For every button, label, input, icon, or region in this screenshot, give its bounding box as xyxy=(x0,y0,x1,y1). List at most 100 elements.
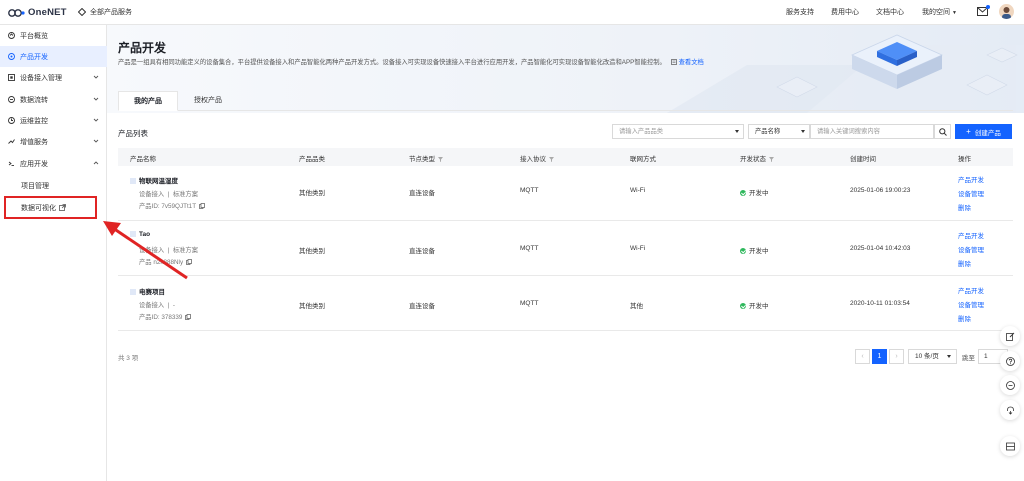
delete-link[interactable]: 删除 xyxy=(958,313,971,323)
search-icon xyxy=(938,127,947,136)
delete-link[interactable]: 删除 xyxy=(958,258,971,268)
product-icon xyxy=(130,289,136,296)
sidebar-item-product-dev[interactable]: 产品开发 xyxy=(0,46,107,67)
sidebar-item-value-added[interactable]: 增值服务 xyxy=(0,131,107,152)
product-name: 电赛项目 xyxy=(139,289,165,296)
annotation-highlight-box xyxy=(4,196,97,219)
nav-support[interactable]: 服务支持 xyxy=(786,7,814,17)
dev-status: 开发中 xyxy=(740,300,769,310)
product-dev-link[interactable]: 产品开发 xyxy=(958,230,984,240)
page-size-select[interactable]: 10 条/页 xyxy=(908,349,957,364)
feedback-button[interactable] xyxy=(1000,326,1020,346)
product-name-link[interactable]: Tao xyxy=(130,231,150,238)
my-space-label: 我的空间 xyxy=(922,9,950,16)
next-page-button[interactable]: › xyxy=(889,349,904,364)
category-select[interactable]: 请输入产品品类 xyxy=(612,124,744,139)
help-button[interactable] xyxy=(1000,351,1020,371)
table-header: 产品名称 产品品类 节点类型 接入协议 联网方式 开发状态 创建时间 操作 xyxy=(118,148,1013,166)
sidebar-item-ops-monitor[interactable]: 运维监控 xyxy=(0,110,107,131)
filter-icon xyxy=(438,156,443,162)
sidebar-item-overview[interactable]: 平台概览 xyxy=(0,25,107,46)
nav-billing[interactable]: 费用中心 xyxy=(831,7,859,17)
logo-icon xyxy=(8,8,25,17)
network-type: Wi-Fi xyxy=(630,245,646,252)
product-access: 设备接入 xyxy=(139,191,165,198)
check-circle-icon xyxy=(740,248,746,255)
protocol: MQTT xyxy=(520,245,539,252)
copy-icon[interactable] xyxy=(186,259,192,266)
nav-docs[interactable]: 文档中心 xyxy=(876,7,904,17)
product-name-link[interactable]: 物联网温湿度 xyxy=(130,175,178,185)
tab-bar: 我的产品 授权产品 xyxy=(118,91,1013,111)
device-mgmt-link[interactable]: 设备管理 xyxy=(958,299,984,309)
product-id-label: 产品ID: xyxy=(139,203,160,210)
question-icon xyxy=(1005,356,1015,366)
col-protocol[interactable]: 接入协议 xyxy=(520,153,554,163)
dev-status-label: 开发中 xyxy=(749,248,769,255)
product-category: 其他类别 xyxy=(299,303,325,310)
product-icon xyxy=(130,178,136,185)
plus-icon: + xyxy=(966,127,971,136)
product-dev-link[interactable]: 产品开发 xyxy=(958,285,984,295)
notes-button[interactable] xyxy=(1000,436,1020,456)
sidebar-item-label: 平台概览 xyxy=(20,32,48,40)
product-name-link[interactable]: 电赛项目 xyxy=(130,286,165,296)
sidebar-subitem-project-mgmt[interactable]: 项目管理 xyxy=(0,175,107,196)
chat-button[interactable] xyxy=(1000,375,1020,395)
col-actions: 操作 xyxy=(958,156,971,163)
sidebar-item-device-access[interactable]: 设备接入管理 xyxy=(0,67,107,88)
nav-my-space[interactable]: 我的空间 ▼ xyxy=(922,7,957,17)
avatar[interactable] xyxy=(999,4,1014,19)
node-type: 直连设备 xyxy=(409,190,435,197)
monitor-icon xyxy=(8,117,15,124)
col-node-type[interactable]: 节点类型 xyxy=(409,153,443,163)
onenet-logo[interactable]: OneNET xyxy=(8,6,67,19)
product-id: 7v59QJTt1T xyxy=(161,203,197,210)
create-product-button[interactable]: + 创建产品 xyxy=(955,124,1012,139)
page-description: 产品是一组具有相同功能定义的设备集合，平台提供设备接入和产品智能化两种产品开发方… xyxy=(118,57,704,66)
col-dev-status[interactable]: 开发状态 xyxy=(740,153,774,163)
page-description-text: 产品是一组具有相同功能定义的设备集合，平台提供设备接入和产品智能化两种产品开发方… xyxy=(118,59,666,66)
search-button[interactable] xyxy=(934,124,951,139)
copy-icon[interactable] xyxy=(199,203,205,210)
search-field-select[interactable]: 产品名称 xyxy=(748,124,810,139)
product-name: 物联网温湿度 xyxy=(139,178,178,185)
dev-status-label: 开发中 xyxy=(749,303,769,310)
chevron-down-icon xyxy=(93,97,99,101)
dev-status: 开发中 xyxy=(740,245,769,255)
caret-down-icon xyxy=(735,130,739,133)
chevron-down-icon xyxy=(93,118,99,122)
top-bar: OneNET 全部产品服务 服务支持 费用中心 文档中心 我的空间 ▼ xyxy=(0,0,1024,25)
prev-page-button[interactable]: ‹ xyxy=(855,349,870,364)
keyword-search-input[interactable]: 请输入关键词搜索内容 xyxy=(810,124,934,139)
product-icon xyxy=(8,53,15,60)
tab-my-products[interactable]: 我的产品 xyxy=(118,91,178,111)
check-circle-icon xyxy=(740,190,746,197)
col-protocol-label: 接入协议 xyxy=(520,156,546,163)
product-scheme: 标准方案 xyxy=(172,191,199,198)
sidebar-item-label: 设备接入管理 xyxy=(20,74,62,82)
sidebar-item-app-dev[interactable]: 应用开发 xyxy=(0,153,107,174)
view-docs-link[interactable]: 查看文档 xyxy=(670,59,704,66)
created-time: 2025-01-04 10:42:03 xyxy=(850,245,911,252)
edit-icon xyxy=(1005,332,1014,341)
sidebar-item-data-flow[interactable]: 数据流转 xyxy=(0,89,107,110)
delete-link[interactable]: 删除 xyxy=(958,202,971,212)
search-field-label: 产品名称 xyxy=(755,128,781,135)
all-products-menu[interactable]: 全部产品服务 xyxy=(78,7,132,17)
product-dev-link[interactable]: 产品开发 xyxy=(958,174,984,184)
jump-to-label: 跳至 xyxy=(962,355,975,362)
copy-icon[interactable] xyxy=(185,314,192,321)
chevron-down-icon xyxy=(93,139,99,143)
filter-icon xyxy=(549,156,554,162)
tab-authorized-products[interactable]: 授权产品 xyxy=(178,91,238,111)
page-title: 产品开发 xyxy=(118,41,167,55)
col-dev-status-label: 开发状态 xyxy=(740,156,766,163)
device-mgmt-link[interactable]: 设备管理 xyxy=(958,244,984,254)
page-size-label: 10 条/页 xyxy=(915,353,939,360)
headset-icon xyxy=(1006,406,1014,415)
service-button[interactable] xyxy=(1000,400,1020,420)
device-mgmt-link[interactable]: 设备管理 xyxy=(958,188,984,198)
caret-down-icon: ▼ xyxy=(951,10,957,16)
page-button-1[interactable]: 1 xyxy=(872,349,887,364)
